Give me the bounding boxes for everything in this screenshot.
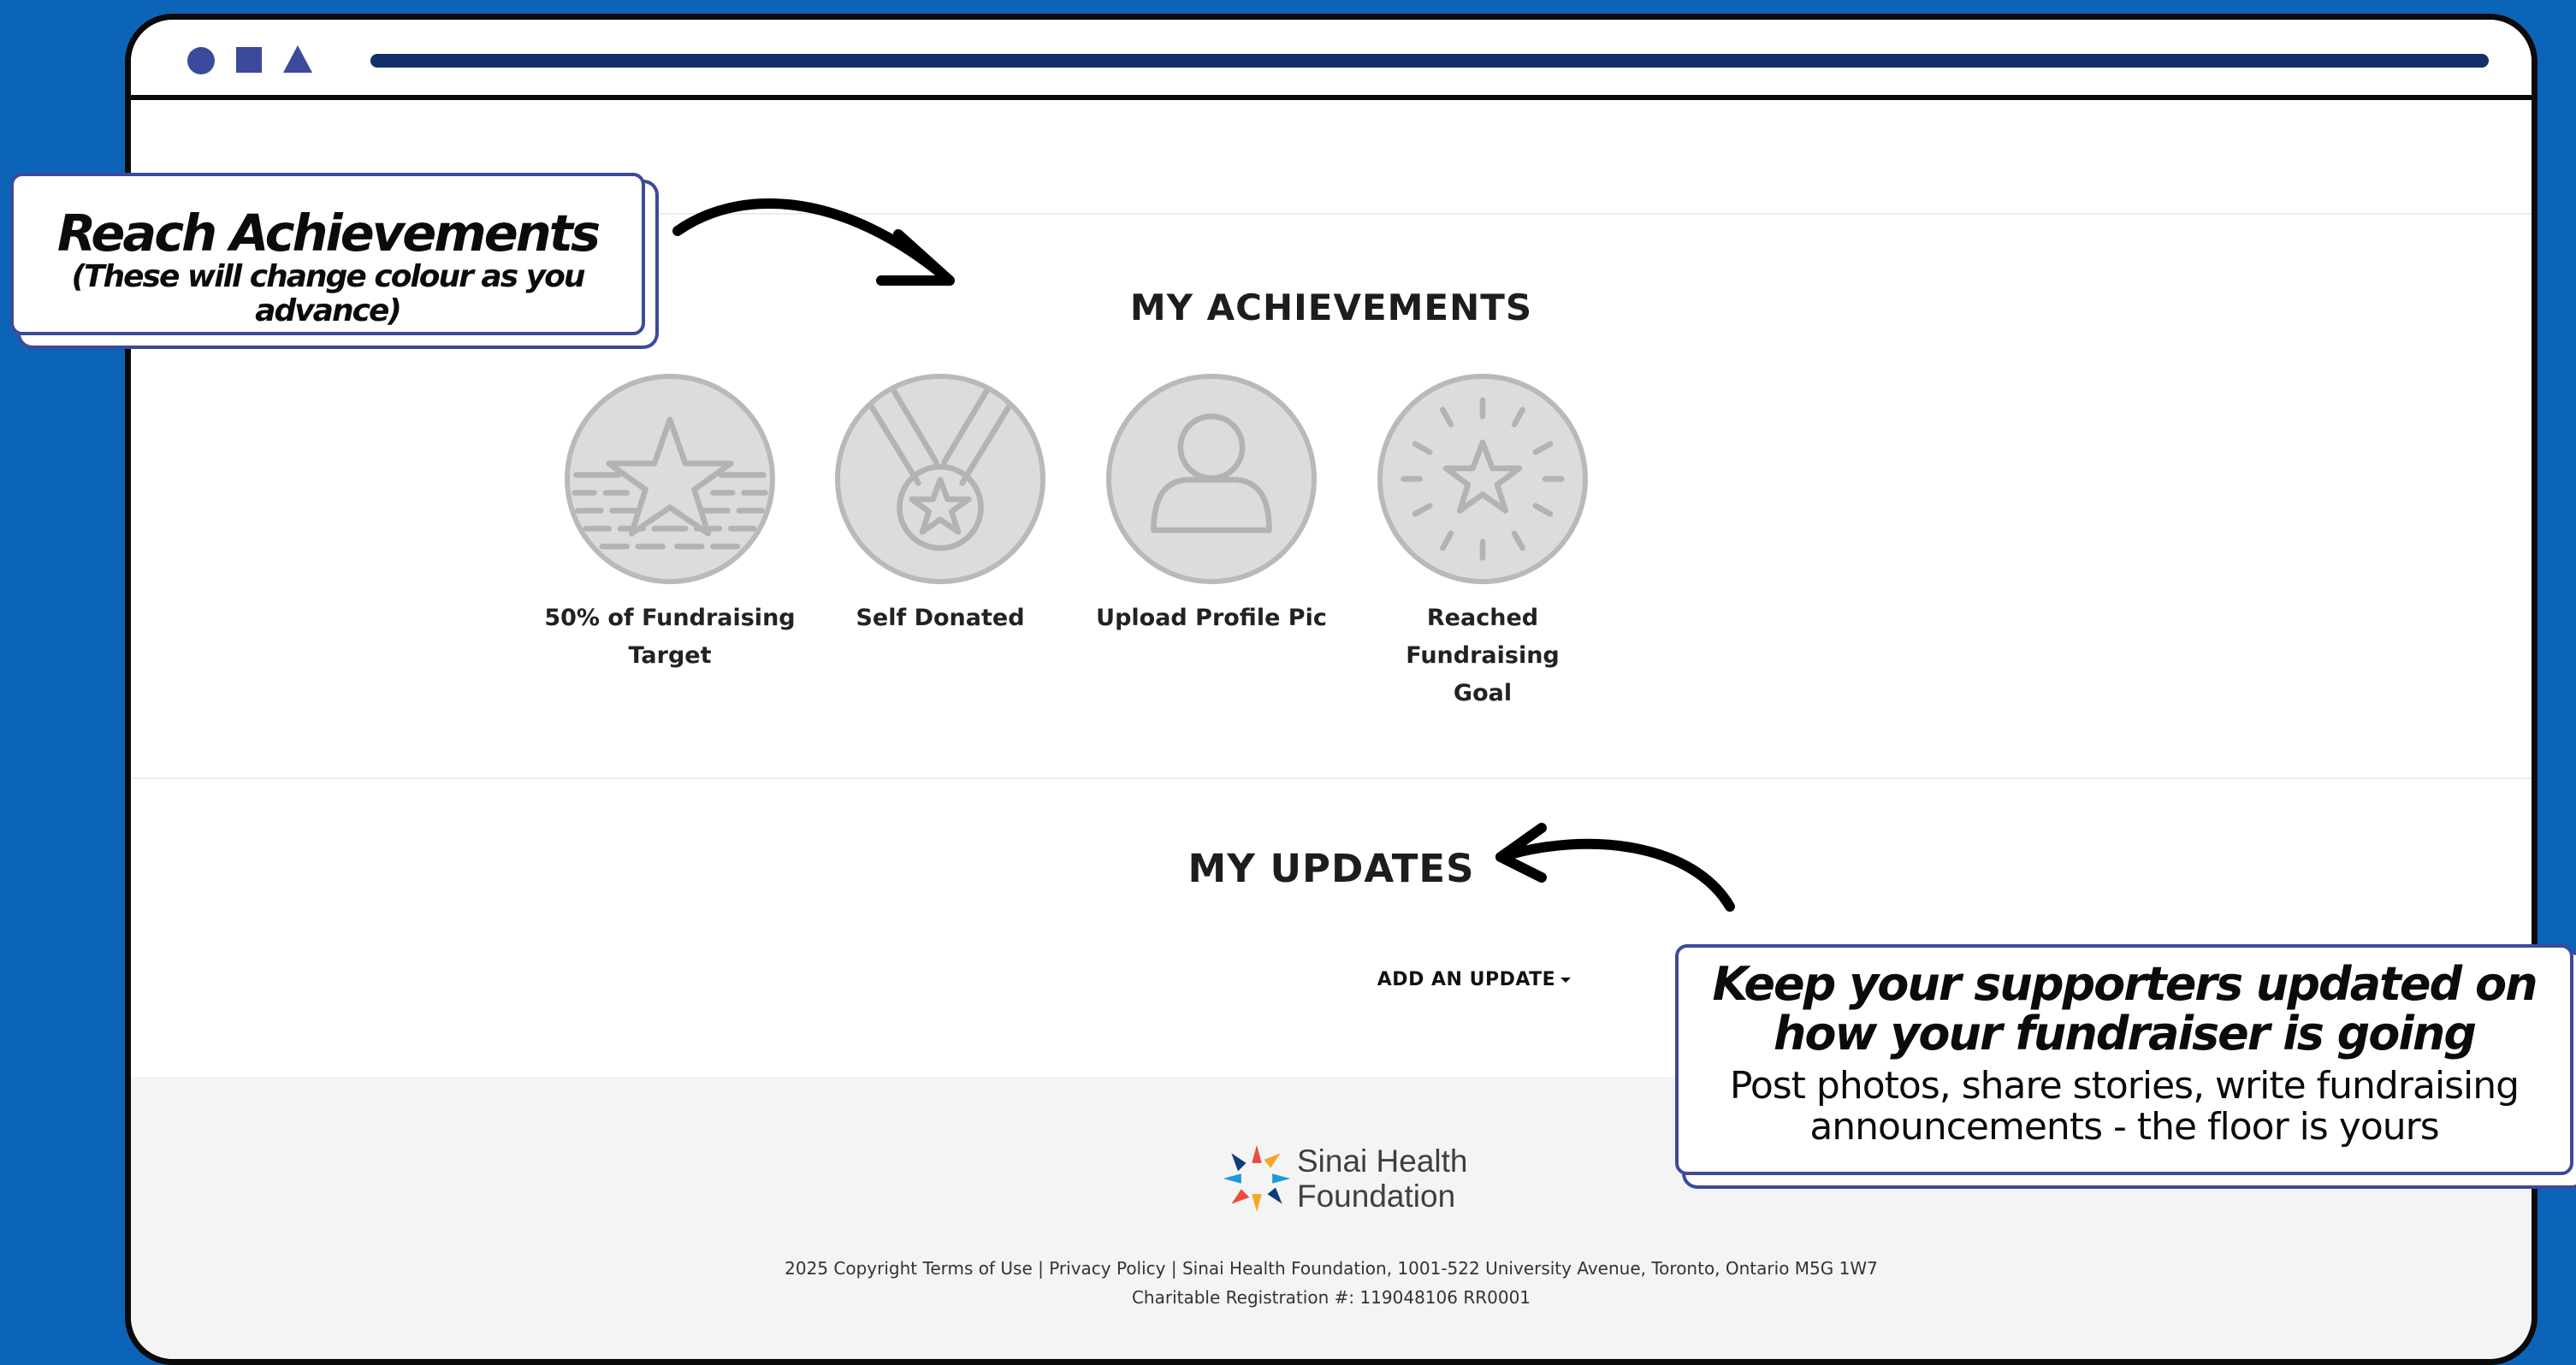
updates-callout: Keep your supporters updated on how your… xyxy=(1675,944,2573,1175)
callout-title: Reach Achievements xyxy=(56,204,601,263)
star-bars-icon xyxy=(571,417,768,550)
achievements-callout: Reach Achievements (These will change co… xyxy=(10,173,645,335)
browser-titlebar xyxy=(131,20,2532,100)
sinai-health-logo[interactable]: Sinai Health Foundation xyxy=(1220,1140,1511,1219)
shining-star-icon xyxy=(1401,397,1565,561)
caret-down-icon xyxy=(1560,978,1572,983)
circle-icon xyxy=(187,47,215,74)
callout-title: Keep your supporters updated on how your… xyxy=(1712,957,2538,1061)
badge-self-donated xyxy=(835,374,1045,584)
curved-arrow-icon xyxy=(672,198,955,286)
triangle-icon xyxy=(283,45,312,73)
footer-legal: 2025 Copyright Terms of Use | Privacy Po… xyxy=(785,1258,1878,1279)
callout-subtitle: (These will change colour as you advance… xyxy=(71,259,586,328)
badge-label: Reached Fundraising Goal xyxy=(1406,605,1560,706)
updates-title: MY UPDATES xyxy=(1187,846,1475,891)
badge-profile-pic xyxy=(1106,374,1317,584)
badge-fundraising-target xyxy=(565,374,775,584)
footer-registration: Charitable Registration #: 119048106 RR0… xyxy=(1131,1287,1531,1308)
badge-fundraising-goal xyxy=(1377,374,1588,584)
add-update-label: ADD AN UPDATE xyxy=(1377,969,1556,990)
badge-label: Self Donated xyxy=(856,605,1025,631)
curved-arrow-icon xyxy=(1495,823,1735,912)
medal-icon xyxy=(862,382,1019,552)
logo-text: Sinai Health Foundation xyxy=(1297,1143,1468,1214)
flower-logo-icon xyxy=(1223,1144,1291,1213)
section-divider xyxy=(131,777,2532,779)
add-update-dropdown[interactable]: ADD AN UPDATE xyxy=(1260,969,1688,990)
badge-label: Upload Profile Pic xyxy=(1096,605,1327,631)
square-icon xyxy=(236,47,262,73)
address-bar[interactable] xyxy=(370,54,2489,68)
badge-label: 50% of Fundraising Target xyxy=(544,605,796,669)
callout-body: Post photos, share stories, write fundra… xyxy=(1729,1064,2520,1149)
profile-person-icon xyxy=(1151,413,1272,534)
